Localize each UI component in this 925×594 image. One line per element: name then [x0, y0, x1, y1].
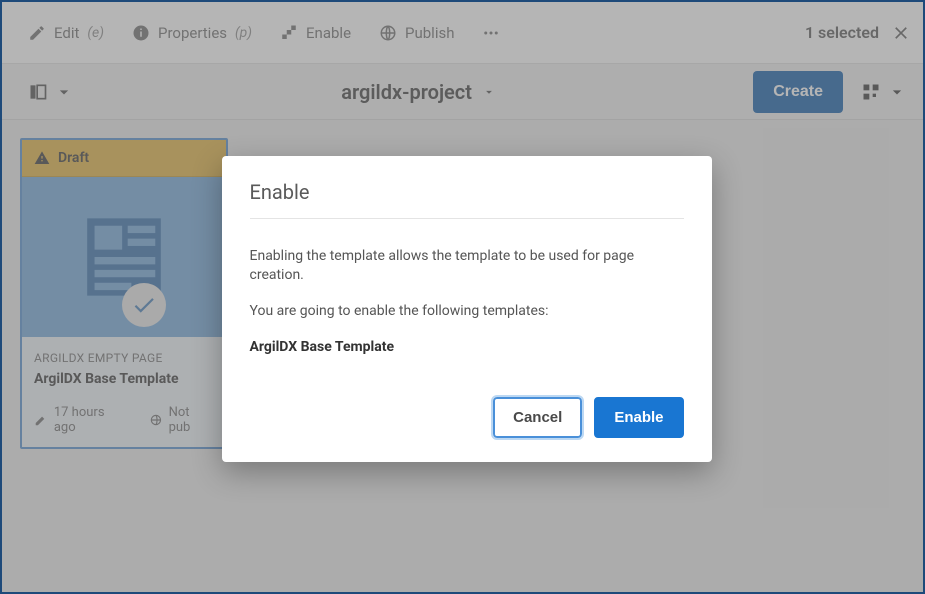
cancel-button[interactable]: Cancel: [493, 397, 582, 438]
dialog-line2: You are going to enable the following te…: [250, 302, 684, 322]
enable-dialog: Enable Enabling the template allows the …: [222, 156, 712, 462]
modal-overlay: Enable Enabling the template allows the …: [2, 2, 923, 592]
confirm-enable-button[interactable]: Enable: [594, 397, 683, 438]
dialog-line1: Enabling the template allows the templat…: [250, 247, 684, 286]
dialog-template-name: ArgilDX Base Template: [250, 338, 684, 358]
dialog-title: Enable: [250, 180, 684, 219]
